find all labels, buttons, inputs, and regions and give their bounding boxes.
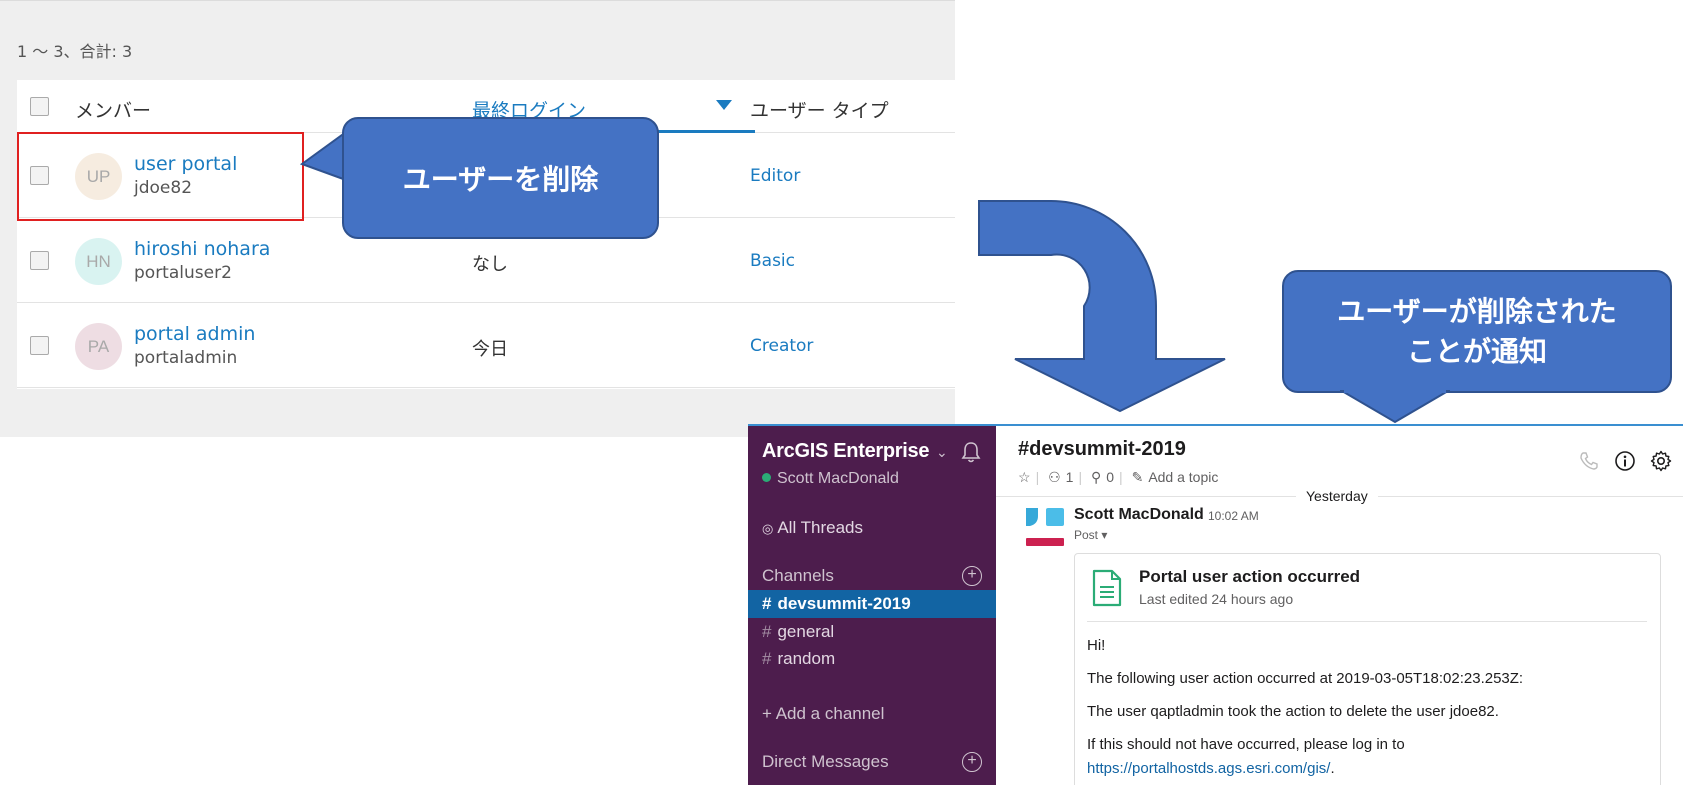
last-login-value: なし — [472, 254, 508, 275]
user-type-link[interactable]: Creator — [750, 336, 813, 356]
post-edited: Last edited 24 hours ago — [1139, 591, 1294, 607]
all-threads-link[interactable]: ◎ All Threads — [762, 518, 863, 538]
post-text-line: If this should not have occurred, please… — [1087, 736, 1405, 753]
gear-icon[interactable] — [1650, 450, 1672, 472]
avatar: HN — [75, 238, 122, 285]
current-user-name: Scott MacDonald — [777, 470, 899, 487]
message-type-label: Post — [1074, 528, 1099, 542]
member-name-link[interactable]: hiroshi nohara — [134, 238, 270, 260]
day-divider: Yesterday — [1296, 488, 1378, 504]
table-row: PA portal admin portaladmin 今日 Creator — [17, 303, 955, 388]
column-header-member[interactable]: メンバー — [75, 96, 151, 123]
members-icon[interactable]: ⚇ — [1048, 469, 1061, 485]
star-icon[interactable]: ☆ — [1018, 469, 1031, 485]
post-divider — [1087, 621, 1647, 622]
add-direct-message-icon[interactable]: + — [962, 752, 982, 772]
post-text-line: The user qaptladmin took the action to d… — [1087, 703, 1499, 720]
user-type-link[interactable]: Basic — [750, 251, 795, 271]
deleted-user-highlight — [17, 132, 304, 221]
sort-descending-icon[interactable] — [716, 100, 732, 110]
add-channel-link[interactable]: + Add a channel — [762, 704, 884, 724]
current-user-status: Scott MacDonald — [762, 470, 899, 488]
message-type[interactable]: Post ▾ — [1074, 528, 1107, 542]
avatar: PA — [75, 323, 122, 370]
chevron-down-icon[interactable]: ⌄ — [936, 444, 948, 461]
last-login-value: 今日 — [472, 339, 508, 360]
bell-icon[interactable] — [960, 440, 982, 464]
channel-item-general[interactable]: # general — [748, 618, 996, 646]
callout-delete-user: ユーザーを削除 — [342, 117, 659, 239]
member-username: portaladmin — [134, 348, 238, 368]
slack-channel-view: #devsummit-2019 ☆ | ⚇ 1 | ⚲ 0 | ✎ Add a topic … — [996, 426, 1683, 785]
post-title[interactable]: Portal user action occurred — [1139, 567, 1360, 587]
document-icon — [1092, 569, 1122, 607]
phone-icon[interactable] — [1578, 450, 1600, 472]
channel-label: general — [777, 622, 835, 641]
flow-arrow-icon — [978, 200, 1226, 413]
column-header-user-type[interactable]: ユーザー タイプ — [750, 96, 889, 123]
info-icon[interactable] — [1614, 450, 1636, 472]
workspace-name[interactable]: ArcGIS Enterprise — [762, 440, 929, 463]
pinned-count[interactable]: 0 — [1106, 469, 1114, 485]
member-name-link[interactable]: portal admin — [134, 323, 255, 345]
threads-icon: ◎ — [762, 521, 774, 536]
slack-window: ArcGIS Enterprise ⌄ Scott MacDonald ◎ All… — [748, 424, 1683, 785]
channel-item-devsummit-2019[interactable]: # devsummit-2019 — [748, 590, 996, 618]
add-channel-icon[interactable]: + — [962, 566, 982, 586]
member-count[interactable]: 1 — [1066, 469, 1074, 485]
callout-pointer — [1340, 389, 1450, 424]
post-text-line: The following user action occurred at 20… — [1087, 670, 1524, 687]
post-text-line: Hi! — [1087, 637, 1106, 654]
row-checkbox[interactable] — [30, 251, 49, 270]
caret-down-icon: ▾ — [1101, 528, 1108, 542]
all-threads-label: All Threads — [777, 518, 864, 537]
row-checkbox[interactable] — [30, 336, 49, 355]
channels-section-label[interactable]: Channels — [762, 566, 834, 586]
callout-notification: ユーザーが削除された ことが通知 — [1282, 270, 1672, 393]
channel-item-random[interactable]: # random — [748, 645, 996, 673]
pencil-icon: ✎ — [1131, 469, 1144, 485]
channel-meta: ☆ | ⚇ 1 | ⚲ 0 | ✎ Add a topic — [1018, 469, 1219, 485]
select-all-checkbox[interactable] — [30, 97, 49, 116]
add-topic-link[interactable]: Add a topic — [1148, 469, 1218, 485]
link-suffix: . — [1330, 760, 1335, 777]
result-count: 1 ～ 3、合計: 3 — [17, 42, 133, 61]
direct-messages-section-label[interactable]: Direct Messages — [762, 752, 889, 772]
slack-sidebar: ArcGIS Enterprise ⌄ Scott MacDonald ◎ All… — [748, 426, 996, 785]
online-status-icon — [762, 473, 771, 482]
app-avatar-icon — [1026, 508, 1064, 546]
member-username: portaluser2 — [134, 263, 232, 283]
post-card[interactable]: Portal user action occurred Last edited … — [1074, 553, 1661, 785]
post-link-line: https://portalhostds.ags.esri.com/gis/. — [1087, 760, 1335, 777]
message-timestamp[interactable]: 10:02 AM — [1208, 509, 1259, 523]
portal-link[interactable]: https://portalhostds.ags.esri.com/gis/ — [1087, 760, 1330, 777]
callout-notification-line2: ことが通知 — [1406, 334, 1547, 368]
pin-icon[interactable]: ⚲ — [1091, 469, 1101, 485]
callout-pointer — [300, 130, 346, 182]
user-type-link[interactable]: Editor — [750, 166, 800, 186]
channel-label: random — [777, 649, 836, 668]
callout-notification-line1: ユーザーが削除された — [1337, 294, 1617, 328]
channel-title[interactable]: #devsummit-2019 — [1018, 438, 1186, 461]
message-author[interactable]: Scott MacDonald — [1074, 506, 1204, 524]
channel-label: devsummit-2019 — [777, 594, 911, 613]
